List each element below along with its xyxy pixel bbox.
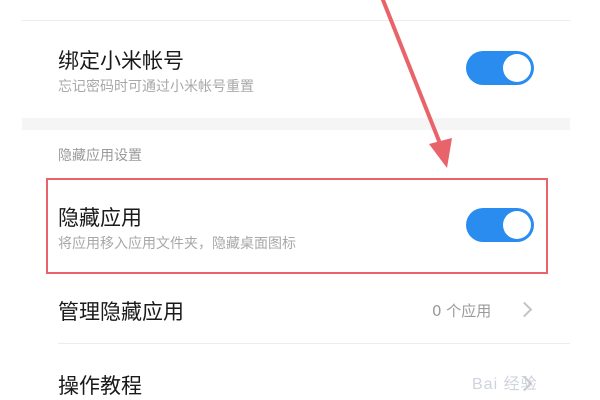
section-header: 隐藏应用设置: [58, 148, 142, 164]
bind-mi-account-title: 绑定小米帐号: [58, 49, 184, 73]
baidu-watermark: Bai 经验: [472, 376, 538, 393]
bind-mi-account-subtitle: 忘记密码时可通过小米帐号重置: [58, 79, 254, 95]
hidden-apps-count: 0 个应用: [432, 302, 492, 320]
chevron-right-icon: [516, 301, 533, 318]
highlight-box: [46, 178, 548, 274]
bind-mi-account-toggle[interactable]: [466, 51, 534, 85]
tutorial-title: 操作教程: [58, 374, 142, 398]
section-header-row: 隐藏应用设置: [22, 130, 570, 176]
manage-hidden-apps-row[interactable]: 管理隐藏应用 0 个应用: [22, 276, 570, 344]
toggle-knob: [503, 54, 531, 82]
section-spacer: [22, 118, 570, 130]
manage-hidden-apps-title: 管理隐藏应用: [58, 300, 184, 324]
bind-mi-account-row[interactable]: 绑定小米帐号 忘记密码时可通过小米帐号重置: [22, 21, 570, 118]
